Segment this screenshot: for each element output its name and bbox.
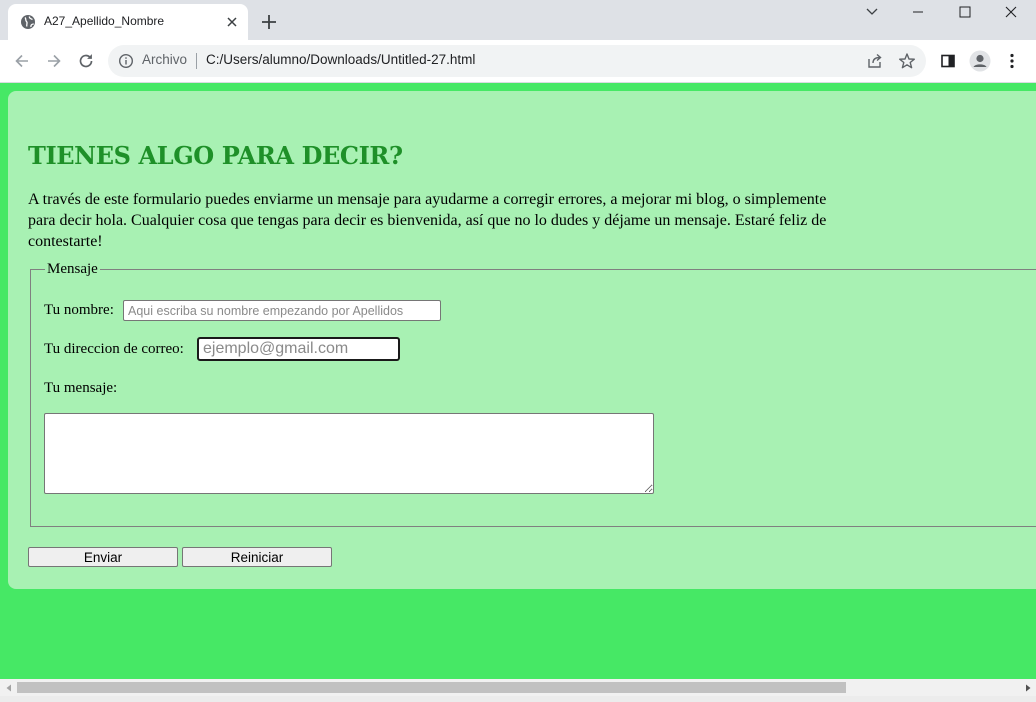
profile-avatar-icon[interactable] xyxy=(969,50,991,72)
name-input[interactable] xyxy=(123,300,441,321)
tab-title: A27_Apellido_Nombre xyxy=(44,14,165,28)
page-viewport: TIENES ALGO PARA DECIR? A través de este… xyxy=(0,83,1036,679)
address-bar[interactable]: Archivo C:/Users/alumno/Downloads/Untitl… xyxy=(108,45,926,77)
message-textarea[interactable] xyxy=(44,413,654,494)
share-icon[interactable] xyxy=(866,52,884,70)
new-tab-icon[interactable] xyxy=(258,11,280,33)
submit-button[interactable]: Enviar xyxy=(28,547,178,567)
tab-strip: A27_Apellido_Nombre xyxy=(0,0,1036,40)
address-url[interactable]: C:/Users/alumno/Downloads/Untitled-27.ht… xyxy=(206,52,475,67)
reset-button[interactable]: Reiniciar xyxy=(182,547,332,567)
close-tab-icon[interactable] xyxy=(222,12,242,32)
back-arrow-icon[interactable] xyxy=(10,49,34,73)
close-window-icon[interactable] xyxy=(988,0,1034,24)
address-scheme-label: Archivo xyxy=(142,52,188,67)
scroll-right-icon[interactable] xyxy=(1019,679,1036,696)
info-icon[interactable] xyxy=(118,53,134,69)
page-title: TIENES ALGO PARA DECIR? xyxy=(28,141,403,170)
menu-kebab-icon[interactable] xyxy=(1001,50,1023,72)
message-label: Tu mensaje: xyxy=(44,380,118,396)
intro-paragraph: A través de este formulario puedes envia… xyxy=(28,191,827,250)
fieldset-legend: Mensaje xyxy=(45,261,100,278)
maximize-icon[interactable] xyxy=(942,0,988,24)
forward-arrow-icon[interactable] xyxy=(42,49,66,73)
browser-tab[interactable]: A27_Apellido_Nombre xyxy=(8,4,248,40)
address-divider xyxy=(196,53,197,69)
side-panel-icon[interactable] xyxy=(937,50,959,72)
minimize-icon[interactable] xyxy=(895,0,941,24)
email-label: Tu direccion de correo: xyxy=(44,341,184,357)
bookmark-star-icon[interactable] xyxy=(898,52,916,70)
horizontal-scrollbar[interactable] xyxy=(0,679,1036,696)
name-label: Tu nombre: xyxy=(44,302,114,318)
scrollbar-thumb[interactable] xyxy=(17,682,846,693)
email-input[interactable] xyxy=(197,337,400,361)
reload-icon[interactable] xyxy=(74,49,98,73)
window-bottom-edge xyxy=(0,696,1036,702)
chevron-down-icon[interactable] xyxy=(849,0,895,24)
message-fieldset: Mensaje Tu nombre: Tu direccion de corre… xyxy=(30,261,1036,527)
scroll-left-icon[interactable] xyxy=(0,679,17,696)
globe-icon xyxy=(20,14,36,30)
content-card: TIENES ALGO PARA DECIR? A través de este… xyxy=(8,91,1036,589)
browser-toolbar: Archivo C:/Users/alumno/Downloads/Untitl… xyxy=(0,40,1036,83)
